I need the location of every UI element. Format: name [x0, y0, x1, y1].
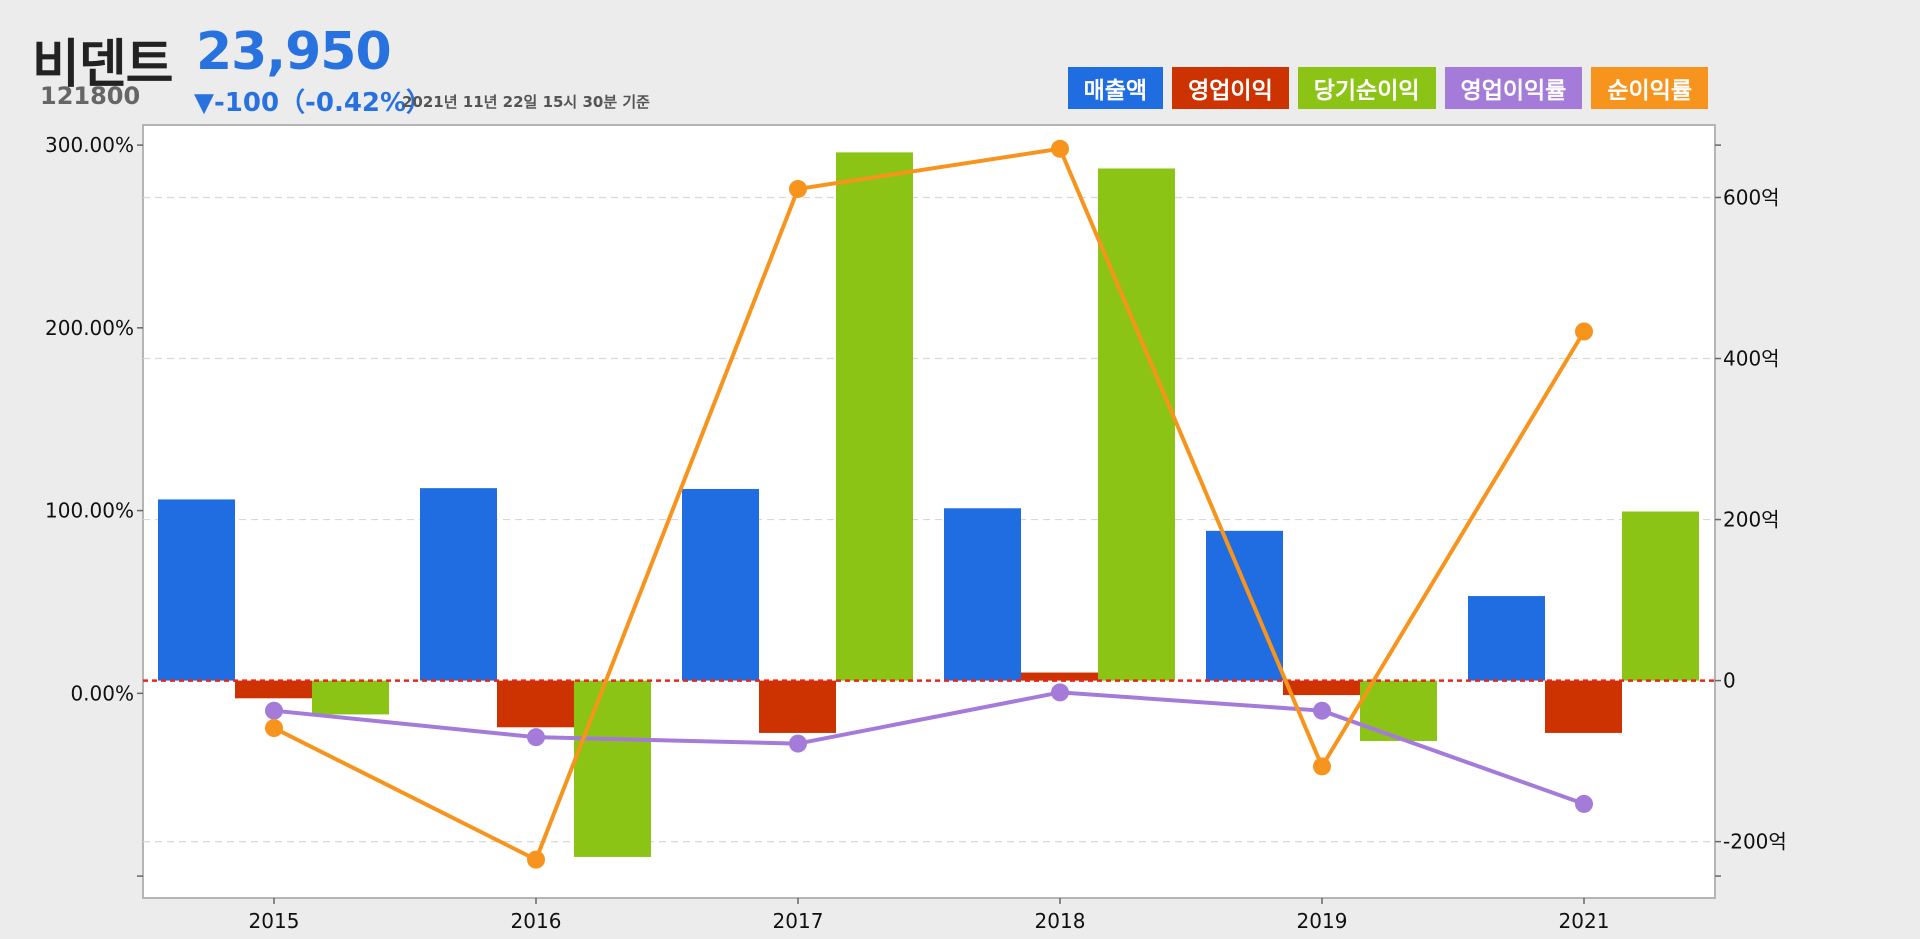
left-axis-label: 300.00%	[45, 133, 134, 157]
right-axis-label: -200억	[1723, 830, 1787, 854]
right-axis-label: 0	[1723, 669, 1736, 693]
bar	[1622, 511, 1699, 681]
series-point	[265, 719, 283, 738]
left-axis-label: 200.00%	[45, 316, 134, 340]
series-point	[1575, 322, 1593, 341]
bar	[1021, 672, 1098, 681]
series-point	[789, 179, 807, 198]
bar	[1098, 168, 1175, 681]
right-axis-label: 400억	[1723, 347, 1780, 371]
series-point	[1313, 701, 1331, 720]
x-axis-label: 2015	[249, 909, 300, 933]
left-axis-label: 0.00%	[70, 681, 134, 705]
bar	[759, 680, 836, 733]
x-axis-label: 2016	[511, 909, 562, 933]
series-point	[1051, 683, 1069, 702]
series-point	[1051, 139, 1069, 158]
bar	[1360, 680, 1437, 741]
bar	[574, 680, 651, 857]
bar	[235, 680, 312, 699]
bar	[1206, 530, 1283, 681]
bar	[497, 680, 574, 728]
bar	[836, 152, 913, 681]
series-point	[1313, 757, 1331, 776]
bar	[682, 488, 759, 681]
right-axis-label: 600억	[1723, 185, 1780, 209]
bar	[1468, 596, 1545, 681]
chart: 300.00% 200.00% 100.00% 0.00% 600억 400억 200억 0 -…	[45, 124, 1787, 933]
right-axis-label: 200억	[1723, 508, 1780, 532]
series-point	[789, 734, 807, 753]
series-point	[527, 850, 545, 869]
series-point	[1575, 794, 1593, 813]
x-axis-label: 2019	[1297, 909, 1348, 933]
bar	[1545, 680, 1622, 733]
x-axis-label: 2021	[1559, 909, 1610, 933]
series-point	[527, 728, 545, 747]
x-axis-label: 2017	[773, 909, 824, 933]
bar	[944, 508, 1021, 681]
bar	[158, 499, 235, 681]
bar	[1283, 680, 1360, 696]
x-axis-label: 2018	[1035, 909, 1086, 933]
bar	[312, 680, 389, 715]
left-axis-label: 100.00%	[45, 499, 134, 523]
series-point	[265, 701, 283, 720]
bar	[420, 488, 497, 681]
